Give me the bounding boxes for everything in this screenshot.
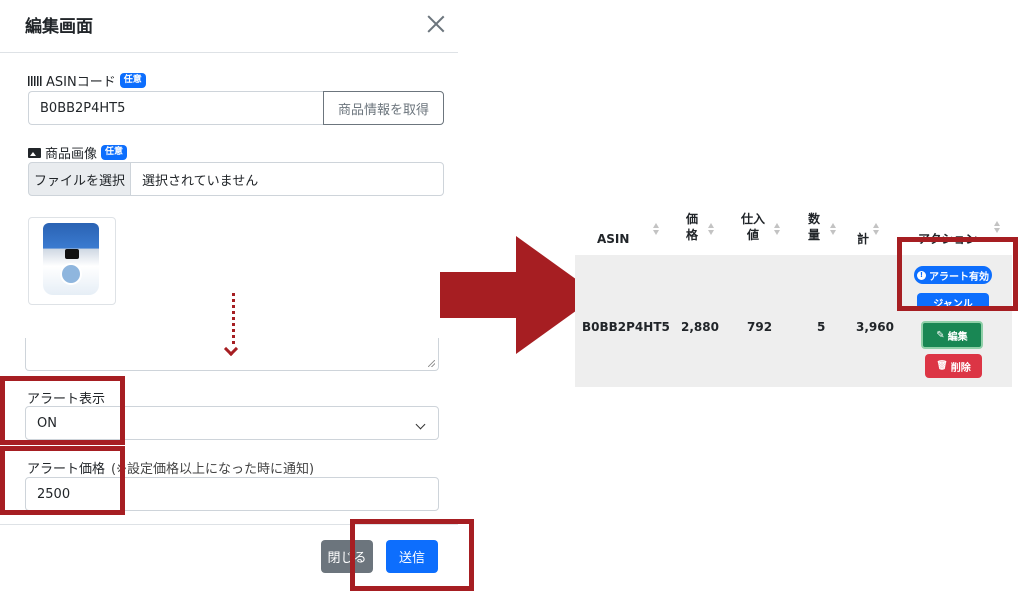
cell-purchase: 792	[747, 320, 773, 334]
cell-quantity: 5	[817, 320, 826, 334]
sort-icon[interactable]	[774, 223, 780, 235]
image-icon	[28, 147, 41, 158]
memo-textarea[interactable]	[25, 338, 439, 371]
edit-icon: ✎	[936, 329, 945, 341]
close-icon[interactable]	[426, 14, 446, 34]
header-price[interactable]: 価 格	[685, 211, 699, 243]
header-divider	[0, 52, 458, 53]
optional-badge: 任意	[101, 145, 128, 160]
image-label: 商品画像	[45, 147, 98, 162]
edit-button[interactable]: ✎ 編集	[921, 321, 983, 349]
sort-icon[interactable]	[873, 223, 879, 235]
header-quantity[interactable]: 数 量	[807, 211, 821, 243]
highlight-box-alert-display	[0, 376, 125, 445]
sort-icon[interactable]	[708, 223, 714, 235]
product-image	[43, 223, 99, 295]
highlight-box-alert-price	[0, 446, 125, 515]
header-asin[interactable]: ASIN	[597, 231, 629, 247]
barcode-icon	[28, 75, 42, 86]
trash-icon: 🗑	[936, 361, 948, 371]
image-label-row: 商品画像 任意	[28, 143, 128, 162]
product-thumbnail	[28, 217, 116, 305]
cell-total: 3,960	[856, 320, 894, 334]
sort-icon[interactable]	[653, 223, 659, 235]
asin-label: ASINコード	[46, 75, 116, 90]
delete-button[interactable]: 🗑 削除	[925, 354, 982, 378]
optional-badge: 任意	[119, 73, 146, 88]
cell-price: 2,880	[681, 320, 719, 334]
alert-price-note: (※設定価格以上になった時に通知)	[111, 462, 315, 477]
sort-icon[interactable]	[830, 223, 836, 235]
file-status: 選択されていません	[130, 162, 444, 196]
delete-label: 削除	[950, 362, 971, 374]
fetch-product-button[interactable]: 商品情報を取得	[323, 91, 444, 125]
edit-label: 編集	[947, 331, 968, 343]
asin-label-row: ASINコード 任意	[28, 71, 146, 90]
cell-asin: B0BB2P4HT5	[582, 320, 670, 334]
asin-input[interactable]: B0BB2P4HT5	[28, 91, 326, 125]
resize-handle-icon[interactable]	[428, 360, 435, 367]
chevron-down-icon	[415, 419, 426, 430]
highlight-box-submit	[350, 519, 474, 591]
highlight-box-alert-badge	[897, 237, 1018, 311]
modal-title: 編集画面	[25, 17, 93, 37]
sort-icon[interactable]	[994, 221, 1000, 233]
header-total[interactable]: 計	[857, 231, 869, 247]
choose-file-button[interactable]: ファイルを選択	[28, 162, 131, 196]
header-purchase[interactable]: 仕入 値	[739, 211, 767, 243]
